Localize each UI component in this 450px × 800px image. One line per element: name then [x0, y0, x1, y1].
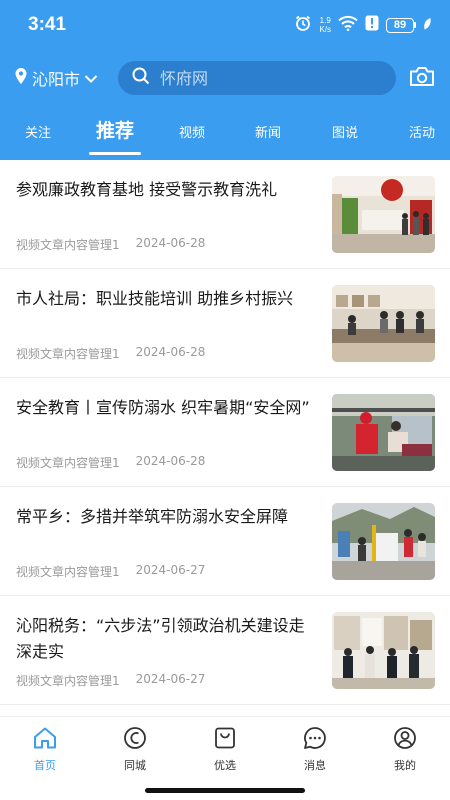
- home-indicator: [145, 788, 305, 793]
- city-label: 沁阳市: [32, 70, 81, 89]
- search-icon: [132, 67, 150, 89]
- net-speed: 1.9 K/s: [319, 16, 331, 34]
- article-thumbnail: [332, 285, 435, 362]
- search-input[interactable]: [160, 68, 380, 88]
- article-source: 视频文章内容管理1: [16, 456, 120, 470]
- status-icons: 1.9 K/s 89: [294, 14, 432, 36]
- article-thumbnail: [332, 612, 435, 689]
- nav-local-label: 同城: [124, 759, 146, 772]
- alert-icon: [365, 15, 379, 35]
- battery-icon: 89: [386, 17, 416, 33]
- article-title: 参观廉政教育基地 接受警示教育洗礼: [16, 180, 278, 199]
- local-icon: [105, 725, 165, 755]
- status-bar: 3:41 1.9 K/s 89: [0, 0, 450, 48]
- nav-home[interactable]: 首页: [15, 725, 75, 773]
- nav-profile-label: 我的: [394, 759, 416, 772]
- nav-profile[interactable]: 我的: [375, 725, 435, 773]
- nav-message[interactable]: 消息: [285, 725, 345, 773]
- tab-follow[interactable]: 关注: [25, 122, 51, 141]
- chevron-down-icon: [84, 69, 98, 88]
- article-item[interactable]: 常平乡：多措并举筑牢防溺水安全屏障 视频文章内容管理1 2024-06-27: [0, 487, 450, 596]
- article-item[interactable]: 参观廉政教育基地 接受警示教育洗礼 视频文章内容管理1 2024-06-28: [0, 160, 450, 269]
- tab-activity[interactable]: 活动: [409, 122, 435, 141]
- article-meta: 视频文章内容管理1 2024-06-28: [16, 236, 205, 253]
- article-title: 安全教育丨宣传防溺水 织牢暑期“安全网”: [16, 398, 310, 417]
- camera-icon[interactable]: [409, 65, 435, 91]
- category-tabs: 关注 推荐 视频 新闻 图说 活动: [0, 112, 450, 158]
- nav-message-label: 消息: [304, 759, 326, 772]
- nav-select-label: 优选: [214, 759, 236, 772]
- tab-video[interactable]: 视频: [179, 122, 205, 141]
- article-meta: 视频文章内容管理1 2024-06-28: [16, 345, 205, 362]
- article-thumbnail: [332, 176, 435, 253]
- nav-home-label: 首页: [34, 759, 56, 772]
- article-date: 2024-06-27: [135, 563, 206, 577]
- article-meta: 视频文章内容管理1 2024-06-28: [16, 454, 205, 471]
- profile-icon: [375, 725, 435, 755]
- article-feed[interactable]: 参观廉政教育基地 接受警示教育洗礼 视频文章内容管理1 2024-06-28 市…: [0, 160, 450, 716]
- article-date: 2024-06-28: [135, 454, 206, 468]
- status-time: 3:41: [28, 14, 67, 35]
- article-thumbnail: [332, 394, 435, 471]
- article-thumbnail: [332, 503, 435, 580]
- article-meta: 视频文章内容管理1 2024-06-27: [16, 563, 205, 580]
- article-title: 市人社局：职业技能培训 助推乡村振兴: [16, 289, 294, 308]
- article-source: 视频文章内容管理1: [16, 238, 120, 252]
- location-pin-icon: [14, 67, 28, 89]
- article-date: 2024-06-28: [135, 236, 206, 250]
- article-title: 常平乡：多措并举筑牢防溺水安全屏障: [16, 507, 289, 526]
- tab-news[interactable]: 新闻: [255, 122, 281, 141]
- article-date: 2024-06-28: [135, 345, 206, 359]
- header-top-row: 沁阳市: [0, 58, 450, 96]
- leaf-icon: [423, 16, 432, 35]
- alarm-icon: [294, 14, 312, 36]
- nav-local[interactable]: 同城: [105, 725, 165, 773]
- article-source: 视频文章内容管理1: [16, 565, 120, 579]
- search-bar[interactable]: [118, 61, 396, 95]
- tab-recommend[interactable]: 推荐: [96, 116, 134, 143]
- home-icon: [15, 725, 75, 755]
- article-source: 视频文章内容管理1: [16, 347, 120, 361]
- battery-level: 89: [386, 17, 414, 33]
- article-item[interactable]: 沁阳税务：“六步法”引领政治机关建设走深走实 视频文章内容管理1 2024-06…: [0, 596, 450, 705]
- article-source: 视频文章内容管理1: [16, 674, 120, 688]
- tab-photo[interactable]: 图说: [332, 122, 358, 141]
- wifi-icon: [338, 15, 358, 35]
- nav-select[interactable]: 优选: [195, 725, 255, 773]
- article-meta: 视频文章内容管理1 2024-06-27: [16, 672, 205, 689]
- city-selector[interactable]: 沁阳市: [14, 66, 98, 90]
- article-date: 2024-06-27: [135, 672, 206, 686]
- article-item[interactable]: 安全教育丨宣传防溺水 织牢暑期“安全网” 视频文章内容管理1 2024-06-2…: [0, 378, 450, 487]
- app-header: 3:41 1.9 K/s 89 沁阳市 怀府网 关注 推荐 视频 新闻 图说 活…: [0, 0, 450, 160]
- active-tab-indicator: [89, 152, 141, 155]
- article-item[interactable]: 市人社局：职业技能培训 助推乡村振兴 视频文章内容管理1 2024-06-28: [0, 269, 450, 378]
- message-icon: [285, 725, 345, 755]
- shopping-bag-icon: [195, 725, 255, 755]
- article-title: 沁阳税务：“六步法”引领政治机关建设走深走实: [16, 616, 305, 661]
